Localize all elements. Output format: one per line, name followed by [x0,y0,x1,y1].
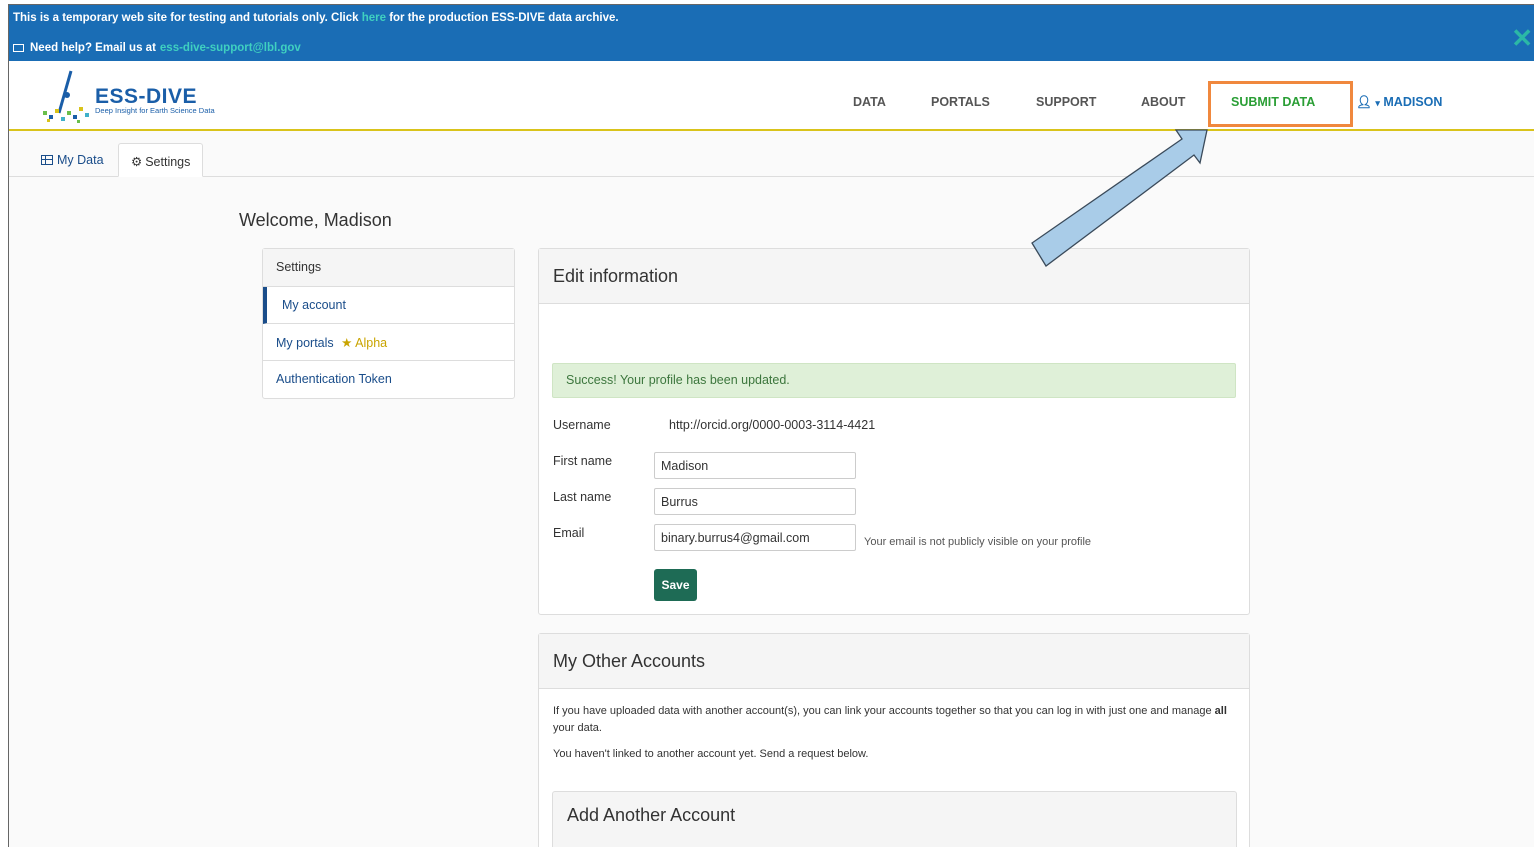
site-header: ESS-DIVE Deep Insight for Earth Science … [9,61,1534,131]
success-alert: Success! Your profile has been updated. [552,363,1236,398]
page-title: Welcome, Madison [239,210,392,230]
close-icon[interactable]: ✕ [1511,25,1533,51]
alpha-badge: ★ Alpha [341,336,387,350]
sidebar-heading: Settings [263,249,514,287]
nav-support[interactable]: SUPPORT [1036,95,1096,109]
tab-label: My Data [57,153,104,167]
last-name-field[interactable]: Burrus [654,488,856,515]
browser-frame: This is a temporary web site for testing… [8,4,1534,847]
annotation-arrow-icon [1031,129,1208,267]
envelope-icon [13,44,24,52]
description-emphasis: all [1214,705,1227,717]
star-icon: ★ [341,336,353,350]
sidebar-item-my-account[interactable]: My account [263,287,514,324]
nav-about[interactable]: ABOUT [1141,95,1185,109]
email-field[interactable]: binary.burrus4@gmail.com [654,524,856,551]
first-name-field[interactable]: Madison [654,452,856,479]
sidebar-item-my-portals[interactable]: My portals ★ Alpha [263,324,514,361]
gear-icon: ⚙ [131,155,143,169]
panel-title: My Other Accounts [539,634,1249,689]
add-account-title: Add Another Account [567,805,736,825]
email-label: Email [553,526,585,540]
banner-text-2: for the production ESS-DIVE data archive… [389,12,619,24]
banner-text: This is a temporary web site for testing… [13,12,359,24]
nav-submit-data[interactable]: SUBMIT DATA [1231,95,1315,109]
tab-label: Settings [145,155,191,169]
description-text-end: your data. [553,722,602,734]
sidebar-item-label: My portals [276,336,334,350]
help-text: Need help? Email us at [30,42,156,54]
no-linked-accounts-text: You haven't linked to another account ye… [553,748,869,760]
description-text: If you have uploaded data with another a… [553,705,1212,717]
ess-dive-logo[interactable]: ESS-DIVE Deep Insight for Earth Science … [37,67,257,127]
caret-down-icon: ▾ [1375,98,1380,108]
nav-portals[interactable]: PORTALS [931,95,990,109]
banner-notice: This is a temporary web site for testing… [13,12,619,24]
account-tabs: My Data ⚙ Settings [9,143,1534,177]
support-email-link[interactable]: ess-dive-support@lbl.gov [160,42,301,54]
sidebar-item-label: My account [282,298,346,312]
email-hint: Your email is not publicly visible on yo… [864,536,1092,548]
first-name-label: First name [553,454,613,468]
testing-banner: This is a temporary web site for testing… [9,5,1534,61]
tab-my-data[interactable]: My Data [29,143,116,177]
other-accounts-panel: My Other Accounts If you have uploaded d… [538,633,1250,847]
table-icon [41,155,53,165]
username-label: Username [553,418,611,432]
logo-mark-icon [43,70,89,123]
save-button[interactable]: Save [654,569,697,601]
production-link[interactable]: here [362,12,386,24]
logo-subtitle: Deep Insight for Earth Science Data [95,106,215,115]
sidebar-item-auth-token[interactable]: Authentication Token [263,361,514,398]
user-icon: 👤︎ [1356,95,1372,109]
edit-information-panel: Edit information Success! Your profile h… [538,248,1250,615]
user-menu[interactable]: 👤︎ ▾ MADISON [1356,95,1442,110]
user-name: MADISON [1383,95,1443,109]
add-account-panel: Add Another Account [552,791,1237,847]
last-name-label: Last name [553,490,612,504]
settings-sidebar: Settings My account My portals ★ Alpha A… [262,248,515,399]
badge-label: Alpha [355,336,388,350]
nav-data[interactable]: DATA [853,95,886,109]
link-accounts-description: If you have uploaded data with another a… [553,703,1243,737]
tab-settings[interactable]: ⚙ Settings [118,143,204,177]
sidebar-item-label: Authentication Token [276,372,392,386]
banner-help: Need help? Email us at ess-dive-support@… [13,42,301,54]
username-value: http://orcid.org/0000-0003-3114-4421 [669,418,876,432]
